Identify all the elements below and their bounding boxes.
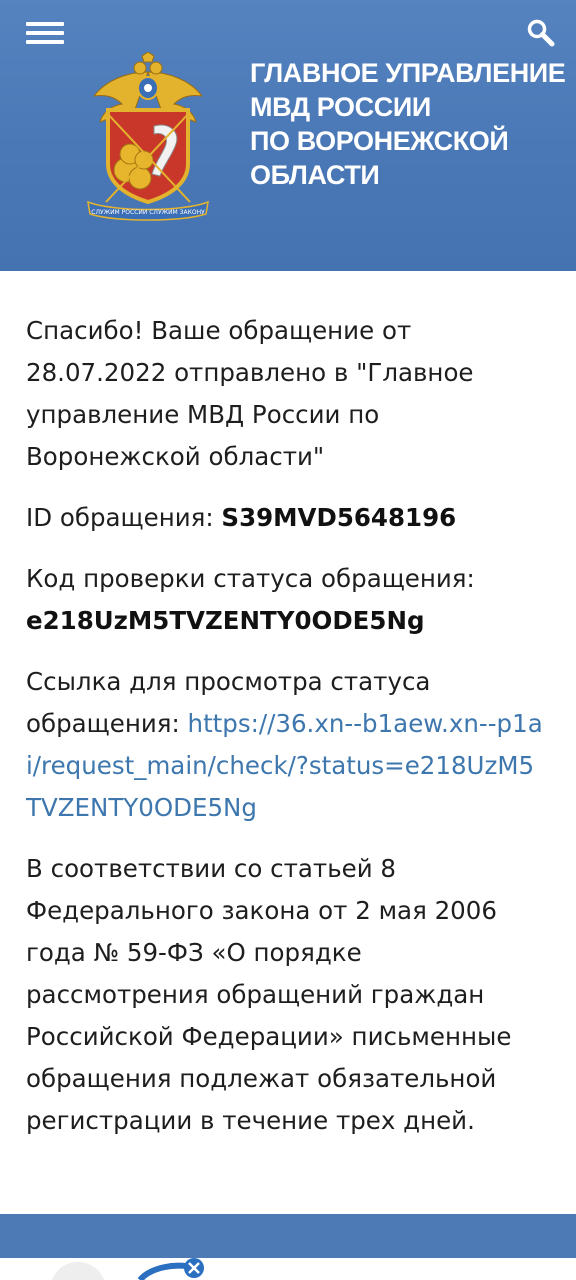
- footer-circle-icon: [51, 1262, 105, 1280]
- org-title-line: МВД РОССИИ: [250, 92, 431, 122]
- org-title-line: ПО ВОРОНЕЖСКОЙ: [250, 126, 509, 156]
- org-title-line: ОБЛАСТИ: [250, 160, 380, 190]
- confirmation-content: Спасибо! Ваше обращение от 28.07.2022 от…: [26, 310, 546, 1161]
- mvd-emblem-logo[interactable]: СЛУЖИМ РОССИИ СЛУЖИМ ЗАКОНУ: [84, 51, 212, 222]
- footer-logo-icon: [137, 1258, 204, 1280]
- hamburger-menu-icon[interactable]: [26, 20, 64, 46]
- footer-icons-row: [0, 1258, 576, 1280]
- request-id-value: S39MVD5648196: [221, 503, 457, 532]
- status-link-row: Ссылка для просмотра статуса обращения: …: [26, 661, 546, 829]
- status-code-value: e218UzM5TVZENTY0ODE5Ng: [26, 606, 425, 635]
- request-id-label: ID обращения:: [26, 503, 222, 532]
- org-title-line: ГЛАВНОЕ УПРАВЛЕНИЕ: [250, 58, 566, 88]
- legal-notice: В соответствии со статьей 8 Федерального…: [26, 854, 512, 1135]
- request-id-row: ID обращения: S39MVD5648196: [26, 497, 546, 539]
- status-code-row: Код проверки статуса обращения: e218UzM5…: [26, 558, 546, 642]
- svg-text:СЛУЖИМ РОССИИ СЛУЖИМ ЗАКОНУ: СЛУЖИМ РОССИИ СЛУЖИМ ЗАКОНУ: [91, 209, 205, 216]
- search-icon[interactable]: [526, 18, 556, 48]
- footer-bar: [0, 1214, 576, 1258]
- confirmation-message: Спасибо! Ваше обращение от 28.07.2022 от…: [26, 316, 474, 471]
- site-header: СЛУЖИМ РОССИИ СЛУЖИМ ЗАКОНУ ГЛАВНОЕ УПРА…: [0, 0, 576, 271]
- organization-title[interactable]: ГЛАВНОЕ УПРАВЛЕНИЕ МВД РОССИИ ПО ВОРОНЕЖ…: [250, 56, 566, 192]
- status-code-label: Код проверки статуса обращения:: [26, 564, 475, 593]
